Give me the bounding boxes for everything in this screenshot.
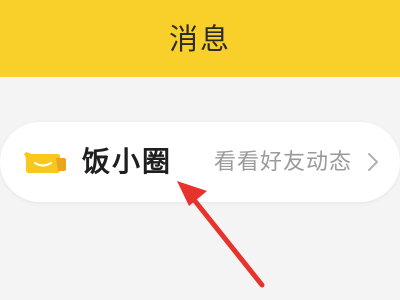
app-header: 消息 — [0, 0, 400, 77]
chevron-right-icon — [368, 153, 378, 171]
page-title: 消息 — [168, 21, 231, 56]
smile-chat-icon — [24, 152, 66, 173]
fanxiaoquan-entry[interactable]: 饭小圈 看看好友动态 — [0, 122, 400, 202]
entry-label: 饭小圈 — [82, 145, 173, 178]
entry-subtitle: 看看好友动态 — [213, 150, 352, 175]
